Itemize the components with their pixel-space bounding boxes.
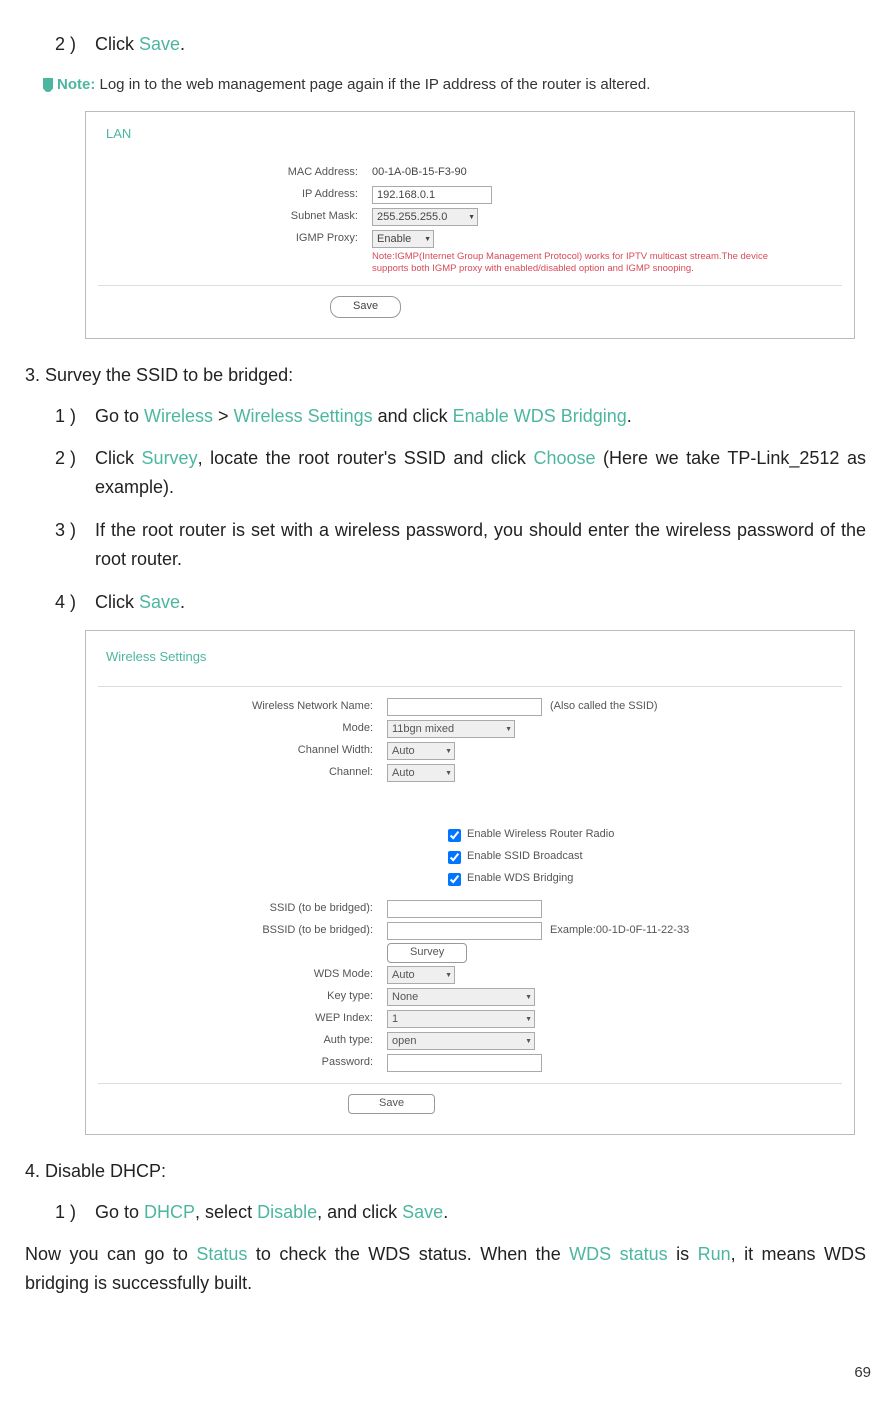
row-subnet: Subnet Mask: 255.255.255.0 <box>98 207 842 227</box>
lan-panel: LAN MAC Address: 00-1A-0B-15-F3-90 IP Ad… <box>85 111 855 339</box>
label-bssid: BSSID (to be bridged): <box>98 922 387 940</box>
select-mode[interactable]: 11bgn mixed <box>387 720 515 738</box>
select-wds-mode[interactable]: Auto <box>387 966 455 984</box>
row-mac: MAC Address: 00-1A-0B-15-F3-90 <box>98 163 842 183</box>
label-wname: Wireless Network Name: <box>98 698 387 716</box>
checkbox-router-radio[interactable] <box>448 829 461 842</box>
label-keytype: Key type: <box>98 988 387 1006</box>
cb-label-ssid: Enable SSID Broadcast <box>467 848 583 866</box>
step-body: Click Save. <box>95 30 866 59</box>
row-ip: IP Address: 192.168.0.1 <box>98 185 842 205</box>
step-number: 2 ) <box>55 30 95 59</box>
checkbox-ssid-broadcast[interactable] <box>448 851 461 864</box>
label-ip: IP Address: <box>98 186 372 204</box>
link-save2: Save <box>139 592 180 612</box>
label-subnet: Subnet Mask: <box>98 208 372 226</box>
note-label: Note: <box>57 76 95 93</box>
cb-row-ssid: Enable SSID Broadcast <box>448 847 842 867</box>
label-mode: Mode: <box>98 720 387 738</box>
checkbox-wds-bridging[interactable] <box>448 873 461 886</box>
s3-step1: 1 ) Go to Wireless > Wireless Settings a… <box>55 402 866 431</box>
link-wds-status: WDS status <box>569 1244 667 1264</box>
input-password[interactable] <box>387 1054 542 1072</box>
row-igmp: IGMP Proxy: Enable <box>98 229 842 249</box>
divider <box>98 1083 842 1084</box>
link-save: Save <box>139 34 180 54</box>
label-password: Password: <box>98 1054 387 1072</box>
s3-step3: 3 ) If the root router is set with a wir… <box>55 516 866 574</box>
link-disable: Disable <box>257 1202 317 1222</box>
select-key-type[interactable]: None <box>387 988 535 1006</box>
closing-paragraph: Now you can go to Status to check the WD… <box>25 1240 866 1298</box>
link-status: Status <box>196 1244 247 1264</box>
select-igmp[interactable]: Enable <box>372 230 434 248</box>
s3-step4: 4 ) Click Save. <box>55 588 866 617</box>
input-ssid-bridged[interactable] <box>387 900 542 918</box>
save-button-wireless[interactable]: Save <box>348 1094 435 1114</box>
link-wireless: Wireless <box>144 406 213 426</box>
select-wep-index[interactable]: 1 <box>387 1010 535 1028</box>
link-wireless-settings: Wireless Settings <box>234 406 373 426</box>
link-dhcp: DHCP <box>144 1202 195 1222</box>
note: Note: Log in to the web management page … <box>43 73 866 97</box>
cb-label-wds: Enable WDS Bridging <box>467 870 573 888</box>
label-cwidth: Channel Width: <box>98 742 387 760</box>
select-channel-width[interactable]: Auto <box>387 742 455 760</box>
section4-title: 4. Disable DHCP: <box>25 1157 866 1186</box>
select-subnet[interactable]: 255.255.255.0 <box>372 208 478 226</box>
page-number: 69 <box>854 1361 871 1385</box>
link-choose: Choose <box>533 448 595 468</box>
panel-title-lan: LAN <box>106 124 842 145</box>
s3-step2: 2 ) Click Survey, locate the root router… <box>55 444 866 502</box>
divider <box>98 686 842 687</box>
bssid-example: Example:00-1D-0F-11-22-33 <box>550 922 689 940</box>
input-network-name[interactable] <box>387 698 542 716</box>
cb-row-radio: Enable Wireless Router Radio <box>448 825 842 845</box>
label-wep: WEP Index: <box>98 1010 387 1028</box>
survey-button[interactable]: Survey <box>387 943 467 963</box>
label-igmp: IGMP Proxy: <box>98 230 372 248</box>
label-channel: Channel: <box>98 764 387 782</box>
label-mac: MAC Address: <box>98 164 372 182</box>
note-text: Log in to the web management page again … <box>95 76 650 93</box>
link-save3: Save <box>402 1202 443 1222</box>
section3-title: 3. Survey the SSID to be bridged: <box>25 361 866 390</box>
label-auth: Auth type: <box>98 1032 387 1050</box>
select-channel[interactable]: Auto <box>387 764 455 782</box>
note-flag-icon <box>43 78 53 92</box>
save-button-lan[interactable]: Save <box>330 296 401 318</box>
cb-row-wds: Enable WDS Bridging <box>448 869 842 889</box>
label-wds-mode: WDS Mode: <box>98 966 387 984</box>
link-survey: Survey <box>142 448 198 468</box>
cb-label-radio: Enable Wireless Router Radio <box>467 826 614 844</box>
step-2: 2 ) Click Save. <box>55 30 866 59</box>
panel-title-wireless: Wireless Settings <box>106 647 842 668</box>
link-enable-wds: Enable WDS Bridging <box>453 406 627 426</box>
label-ssid-bridged: SSID (to be bridged): <box>98 900 387 918</box>
input-bssid[interactable] <box>387 922 542 940</box>
igmp-warning: Note:IGMP(Internet Group Management Prot… <box>372 251 802 276</box>
link-run: Run <box>698 1244 731 1264</box>
value-mac: 00-1A-0B-15-F3-90 <box>372 164 467 182</box>
select-auth-type[interactable]: open <box>387 1032 535 1050</box>
input-ip[interactable]: 192.168.0.1 <box>372 186 492 204</box>
ssid-hint: (Also called the SSID) <box>550 698 658 716</box>
divider <box>98 285 842 286</box>
wireless-panel: Wireless Settings Wireless Network Name:… <box>85 630 855 1134</box>
s4-step1: 1 ) Go to DHCP, select Disable, and clic… <box>55 1198 866 1227</box>
